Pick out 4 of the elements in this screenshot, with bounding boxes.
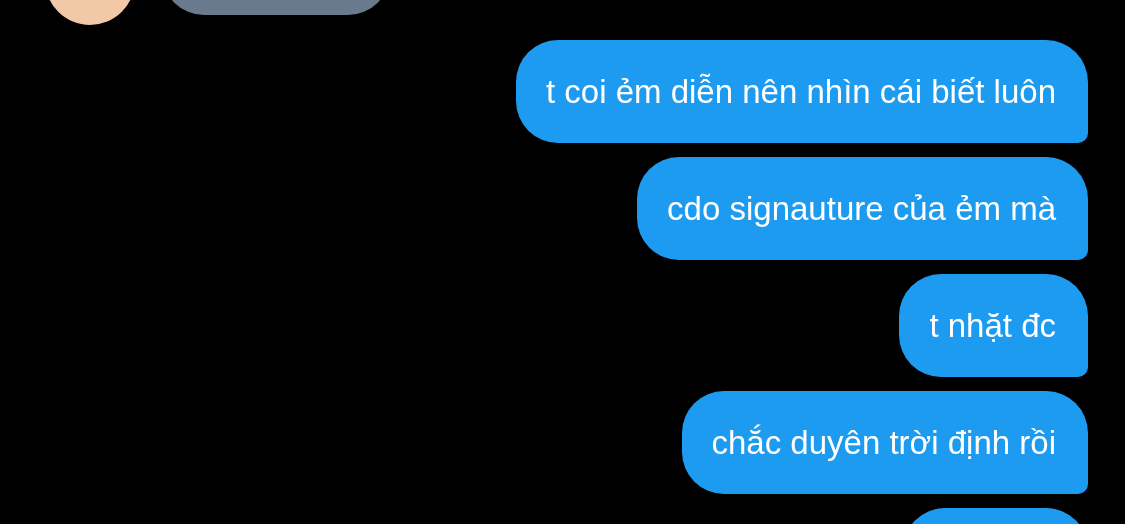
message-bubble: cdo signauture của ẻm mà bbox=[637, 157, 1088, 260]
message-bubble: t nhặt đc bbox=[899, 274, 1088, 377]
message-bubble: t coi ẻm diễn nên nhìn cái biết luôn bbox=[516, 40, 1088, 143]
message-bubble: chắc duyên trời định rồi bbox=[681, 391, 1088, 494]
